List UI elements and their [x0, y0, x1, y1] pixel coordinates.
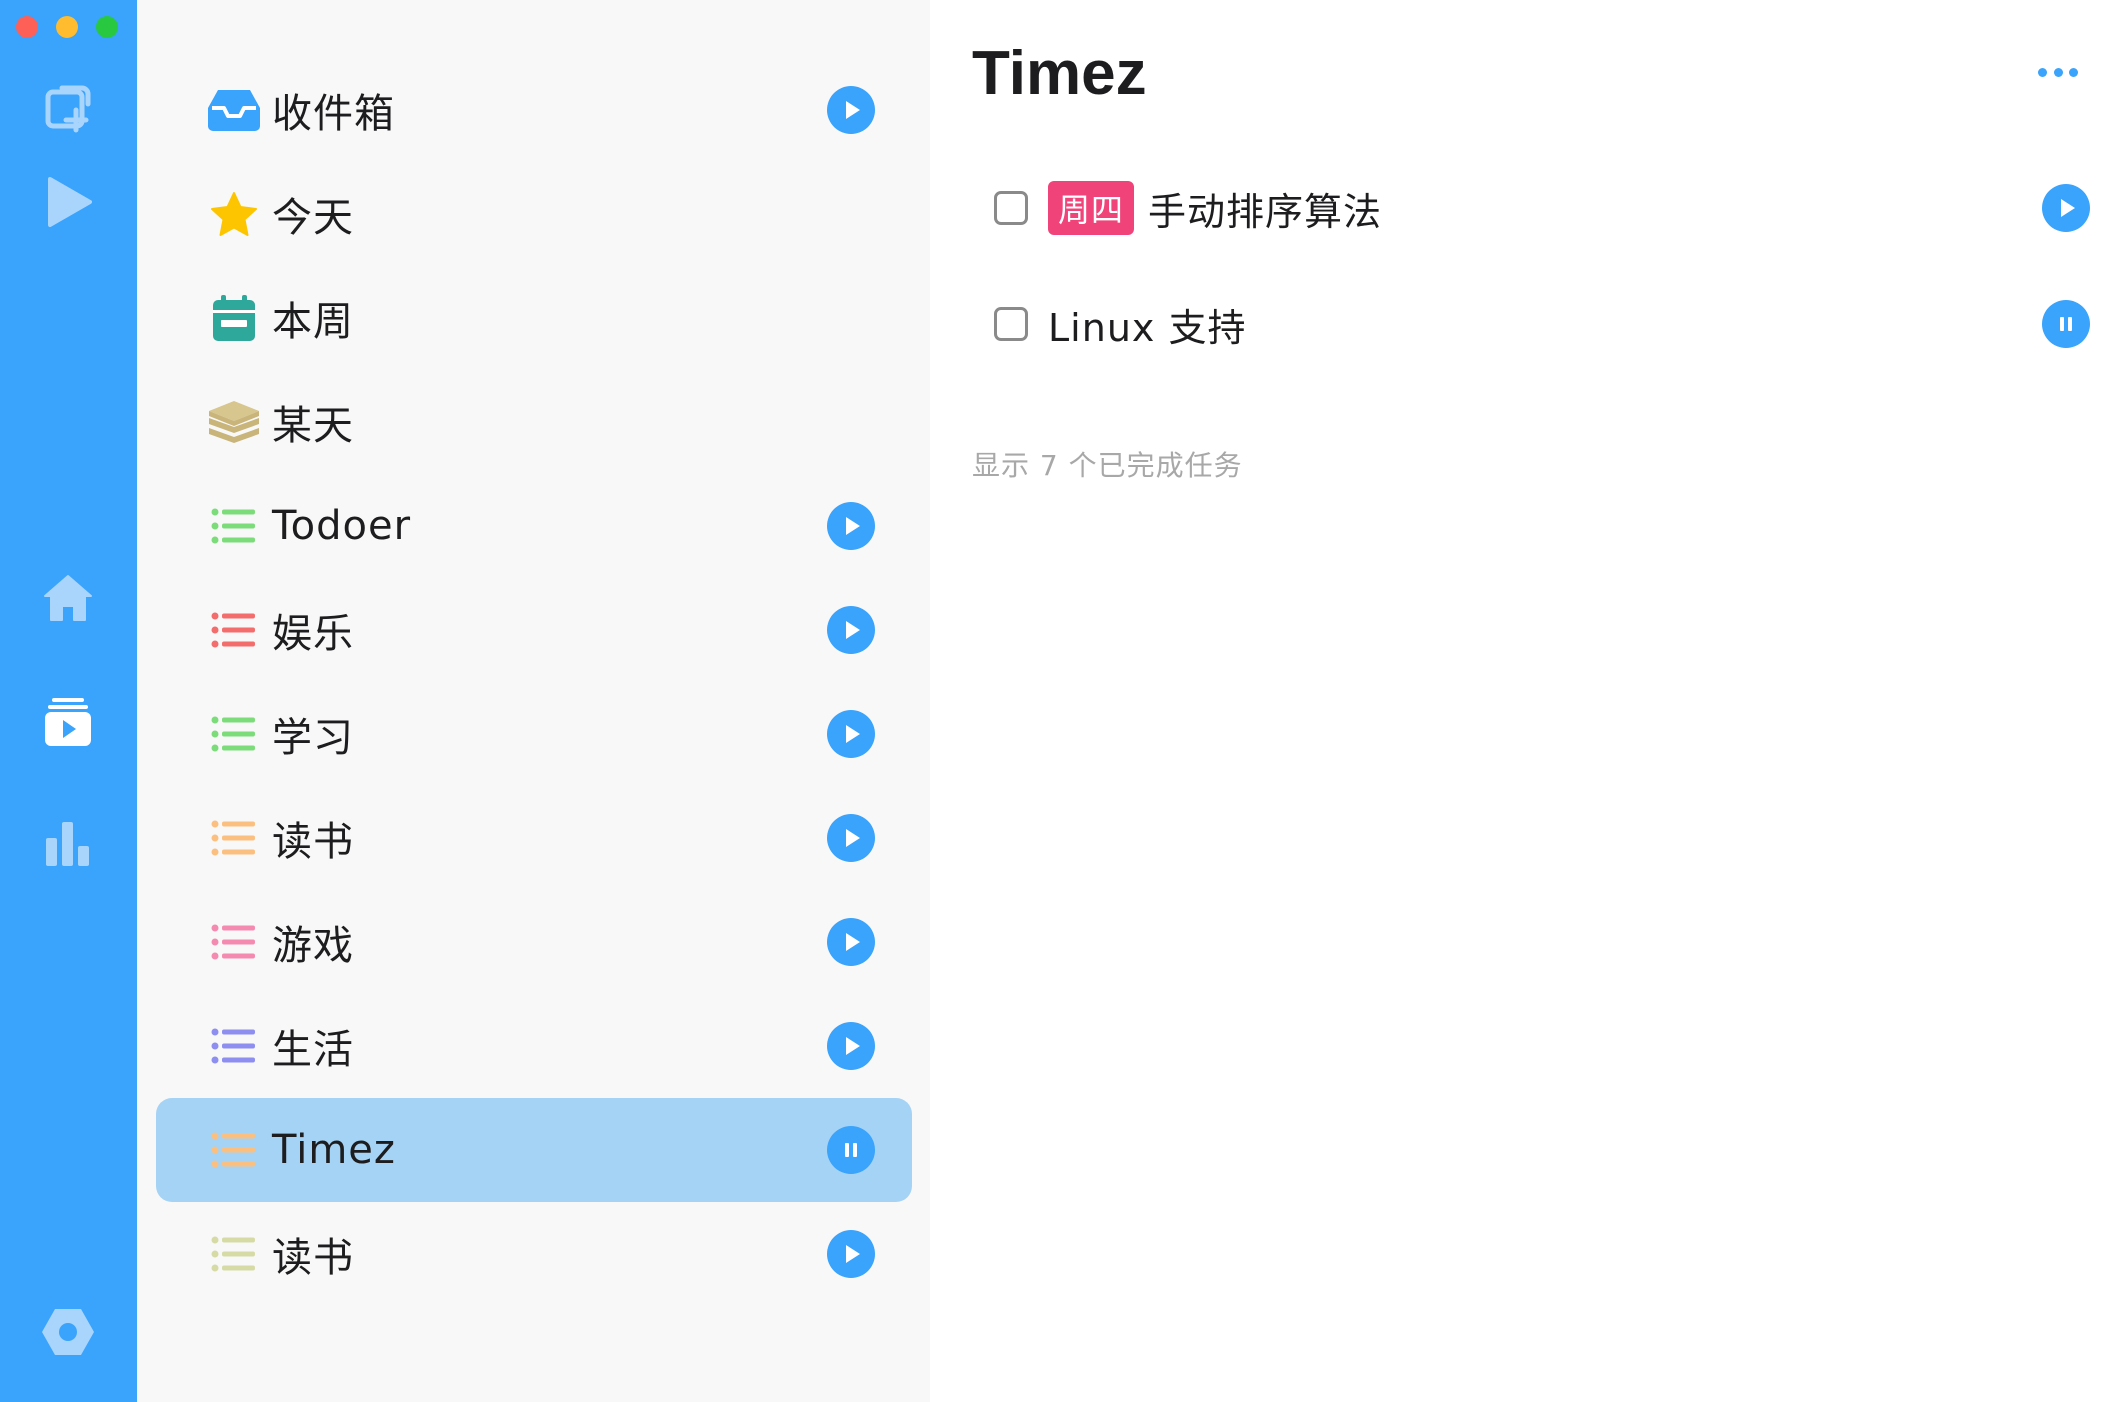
list-icon — [206, 1018, 262, 1074]
close-window-button[interactable] — [16, 16, 38, 38]
play-button[interactable] — [2042, 184, 2090, 232]
sidebar-item-label: Timez — [272, 1127, 396, 1173]
play-button[interactable] — [827, 86, 875, 134]
sidebar-item-games[interactable]: 游戏 — [156, 890, 912, 994]
sidebar-item-label: 游戏 — [272, 923, 354, 969]
play-button[interactable] — [827, 1230, 875, 1278]
sidebar-item-someday[interactable]: 某天 — [156, 370, 912, 474]
sidebar-item-study[interactable]: 学习 — [156, 682, 912, 786]
list-icon — [206, 706, 262, 762]
start-timer-icon[interactable] — [38, 172, 98, 232]
navigation-rail — [0, 0, 137, 1402]
play-button[interactable] — [827, 606, 875, 654]
settings-icon[interactable] — [38, 1302, 98, 1362]
pause-button[interactable] — [2042, 300, 2090, 348]
main-panel: Timez 周四 手动排序算法 Linux 支持 显示 7 个已完成任务 — [930, 0, 2122, 1402]
sidebar-item-label: 某天 — [272, 403, 354, 449]
play-icon — [846, 1037, 860, 1055]
project-list: 收件箱 今天 本周 某天 Todoer 娱乐 学习 读书 游戏 生活 Timez… — [156, 58, 912, 1306]
sidebar-item-today[interactable]: 今天 — [156, 162, 912, 266]
play-button[interactable] — [827, 502, 875, 550]
timer-list-icon[interactable] — [38, 692, 98, 752]
pause-button[interactable] — [827, 1126, 875, 1174]
list-icon — [206, 810, 262, 866]
sidebar-item-label: 读书 — [272, 1235, 354, 1281]
list-icon — [206, 498, 262, 554]
play-icon — [846, 1245, 860, 1263]
more-options-icon[interactable] — [2038, 62, 2078, 82]
sidebar-item-inbox[interactable]: 收件箱 — [156, 58, 912, 162]
minimize-window-button[interactable] — [56, 16, 78, 38]
window-controls — [16, 16, 118, 38]
task-row[interactable]: 周四 手动排序算法 — [994, 173, 2090, 243]
sidebar: 收件箱 今天 本周 某天 Todoer 娱乐 学习 读书 游戏 生活 Timez… — [137, 0, 930, 1402]
list-icon — [206, 1122, 262, 1178]
sidebar-item-label: 收件箱 — [272, 91, 395, 137]
sidebar-item-label: Todoer — [272, 503, 412, 549]
home-icon[interactable] — [38, 568, 98, 628]
due-date-tag: 周四 — [1048, 181, 1135, 235]
pause-icon — [2060, 317, 2072, 331]
task-checkbox[interactable] — [994, 307, 1028, 341]
inbox-icon — [206, 82, 262, 138]
list-icon — [206, 1226, 262, 1282]
play-button[interactable] — [827, 918, 875, 966]
sidebar-item-reading-2[interactable]: 读书 — [156, 1202, 912, 1306]
sidebar-item-reading[interactable]: 读书 — [156, 786, 912, 890]
show-completed-link[interactable]: 显示 7 个已完成任务 — [972, 444, 1243, 484]
pause-icon — [845, 1143, 857, 1157]
task-title[interactable]: 手动排序算法 — [1148, 181, 1382, 236]
play-icon — [846, 621, 860, 639]
layers-icon — [206, 394, 262, 450]
list-icon — [206, 914, 262, 970]
sidebar-item-label: 娱乐 — [272, 611, 354, 657]
sidebar-item-label: 读书 — [272, 819, 354, 865]
play-icon — [846, 725, 860, 743]
sidebar-item-label: 本周 — [272, 299, 354, 345]
play-icon — [846, 933, 860, 951]
play-button[interactable] — [827, 710, 875, 758]
sidebar-item-label: 生活 — [272, 1027, 354, 1073]
star-icon — [206, 186, 262, 242]
maximize-window-button[interactable] — [96, 16, 118, 38]
sidebar-item-label: 学习 — [272, 715, 354, 761]
play-icon — [846, 829, 860, 847]
sidebar-item-entertainment[interactable]: 娱乐 — [156, 578, 912, 682]
play-icon — [846, 101, 860, 119]
statistics-icon[interactable] — [38, 812, 98, 872]
sidebar-item-this-week[interactable]: 本周 — [156, 266, 912, 370]
list-icon — [206, 602, 262, 658]
task-row[interactable]: Linux 支持 — [994, 289, 2090, 359]
play-icon — [2061, 199, 2075, 217]
sidebar-item-life[interactable]: 生活 — [156, 994, 912, 1098]
task-checkbox[interactable] — [994, 191, 1028, 225]
play-button[interactable] — [827, 1022, 875, 1070]
new-task-icon[interactable] — [38, 78, 98, 138]
play-icon — [846, 517, 860, 535]
play-button[interactable] — [827, 814, 875, 862]
calendar-icon — [206, 290, 262, 346]
page-title: Timez — [972, 39, 1147, 108]
sidebar-item-timez[interactable]: Timez — [156, 1098, 912, 1202]
sidebar-item-todoer[interactable]: Todoer — [156, 474, 912, 578]
sidebar-item-label: 今天 — [272, 195, 354, 241]
task-title[interactable]: Linux 支持 — [1048, 297, 1246, 352]
scroll-fade — [137, 1342, 930, 1402]
